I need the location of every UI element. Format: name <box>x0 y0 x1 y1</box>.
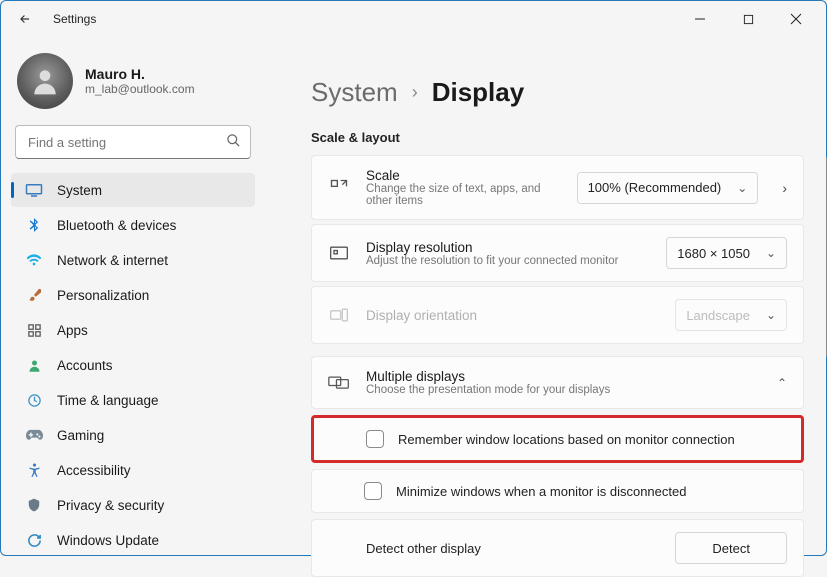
title-bar: Settings <box>1 1 826 37</box>
orientation-dropdown: Landscape ⌄ <box>675 299 787 331</box>
card-multiple-displays[interactable]: Multiple displays Choose the presentatio… <box>311 356 804 409</box>
search-input[interactable] <box>15 125 251 159</box>
apps-icon <box>25 321 43 339</box>
sidebar-item-label: Time & language <box>57 393 159 408</box>
card-detect-display: Detect other display Detect <box>311 519 804 577</box>
sidebar-item-personalization[interactable]: Personalization <box>11 278 255 312</box>
card-title: Display orientation <box>366 308 659 323</box>
user-email: m_lab@outlook.com <box>85 82 195 96</box>
chevron-down-icon: ⌄ <box>737 181 747 195</box>
multiple-displays-icon <box>328 372 350 394</box>
card-orientation: Display orientation Landscape ⌄ <box>311 286 804 344</box>
card-scale[interactable]: Scale Change the size of text, apps, and… <box>311 155 804 220</box>
maximize-button[interactable] <box>726 4 770 34</box>
update-icon <box>25 531 43 549</box>
sidebar-item-system[interactable]: System <box>11 173 255 207</box>
system-icon <box>25 181 43 199</box>
wifi-icon <box>25 251 43 269</box>
orientation-icon <box>328 304 350 326</box>
sidebar-item-label: System <box>57 183 102 198</box>
checkbox-minimize[interactable] <box>364 482 382 500</box>
card-title: Scale <box>366 168 561 183</box>
card-desc: Choose the presentation mode for your di… <box>366 384 761 396</box>
breadcrumb: System › Display <box>311 77 804 108</box>
scale-icon <box>328 177 350 199</box>
person-icon <box>25 356 43 374</box>
sidebar-item-network[interactable]: Network & internet <box>11 243 255 277</box>
sidebar-item-label: Gaming <box>57 428 104 443</box>
clock-globe-icon <box>25 391 43 409</box>
sidebar-item-label: Apps <box>57 323 88 338</box>
card-title: Multiple displays <box>366 369 761 384</box>
chevron-up-icon[interactable]: ⌃ <box>777 376 787 390</box>
shield-icon <box>25 496 43 514</box>
user-card[interactable]: Mauro H. m_lab@outlook.com <box>11 45 255 123</box>
resolution-icon <box>328 242 350 264</box>
scale-dropdown[interactable]: 100% (Recommended) ⌄ <box>577 172 759 204</box>
card-desc: Adjust the resolution to fit your connec… <box>366 255 650 267</box>
resolution-dropdown[interactable]: 1680 × 1050 ⌄ <box>666 237 787 269</box>
user-name: Mauro H. <box>85 66 195 82</box>
card-title: Display resolution <box>366 240 650 255</box>
accessibility-icon <box>25 461 43 479</box>
sidebar-item-gaming[interactable]: Gaming <box>11 418 255 452</box>
card-resolution[interactable]: Display resolution Adjust the resolution… <box>311 224 804 282</box>
dropdown-value: 1680 × 1050 <box>677 246 750 261</box>
sidebar-item-label: Privacy & security <box>57 498 164 513</box>
brush-icon <box>25 286 43 304</box>
bluetooth-icon <box>25 216 43 234</box>
dropdown-value: Landscape <box>686 308 750 323</box>
sidebar-item-label: Bluetooth & devices <box>57 218 176 233</box>
nav-list: System Bluetooth & devices Network & int… <box>11 173 255 557</box>
sidebar-item-privacy[interactable]: Privacy & security <box>11 488 255 522</box>
card-remember-window-locations[interactable]: Remember window locations based on monit… <box>311 415 804 463</box>
dropdown-value: 100% (Recommended) <box>588 180 722 195</box>
checkbox-remember[interactable] <box>366 430 384 448</box>
sidebar: Mauro H. m_lab@outlook.com System Blueto… <box>1 37 263 555</box>
gaming-icon <box>25 426 43 444</box>
sidebar-item-label: Windows Update <box>57 533 159 548</box>
sidebar-item-bluetooth[interactable]: Bluetooth & devices <box>11 208 255 242</box>
sidebar-item-accessibility[interactable]: Accessibility <box>11 453 255 487</box>
checkbox-label: Minimize windows when a monitor is disco… <box>396 484 686 499</box>
sidebar-item-label: Personalization <box>57 288 149 303</box>
breadcrumb-current: Display <box>432 77 525 108</box>
sidebar-item-time-language[interactable]: Time & language <box>11 383 255 417</box>
close-button[interactable] <box>774 4 818 34</box>
sidebar-item-label: Accounts <box>57 358 113 373</box>
sidebar-item-accounts[interactable]: Accounts <box>11 348 255 382</box>
chevron-down-icon: ⌄ <box>766 308 776 322</box>
checkbox-label: Remember window locations based on monit… <box>398 432 735 447</box>
card-minimize-on-disconnect[interactable]: Minimize windows when a monitor is disco… <box>311 469 804 513</box>
back-button[interactable] <box>9 3 41 35</box>
detect-button[interactable]: Detect <box>675 532 787 564</box>
card-title: Detect other display <box>366 541 661 556</box>
section-title: Scale & layout <box>311 130 804 145</box>
card-desc: Change the size of text, apps, and other… <box>366 183 561 207</box>
sidebar-item-label: Accessibility <box>57 463 131 478</box>
chevron-right-icon[interactable]: › <box>782 180 787 196</box>
breadcrumb-parent[interactable]: System <box>311 77 398 108</box>
chevron-down-icon: ⌄ <box>766 246 776 260</box>
search-box[interactable] <box>15 125 251 159</box>
sidebar-item-apps[interactable]: Apps <box>11 313 255 347</box>
main-pane: System › Display Scale & layout Scale Ch… <box>263 37 826 555</box>
sidebar-item-label: Network & internet <box>57 253 168 268</box>
minimize-button[interactable] <box>678 4 722 34</box>
window-title: Settings <box>53 12 96 26</box>
avatar <box>17 53 73 109</box>
chevron-right-icon: › <box>412 82 418 103</box>
sidebar-item-windows-update[interactable]: Windows Update <box>11 523 255 557</box>
search-icon <box>226 133 241 153</box>
